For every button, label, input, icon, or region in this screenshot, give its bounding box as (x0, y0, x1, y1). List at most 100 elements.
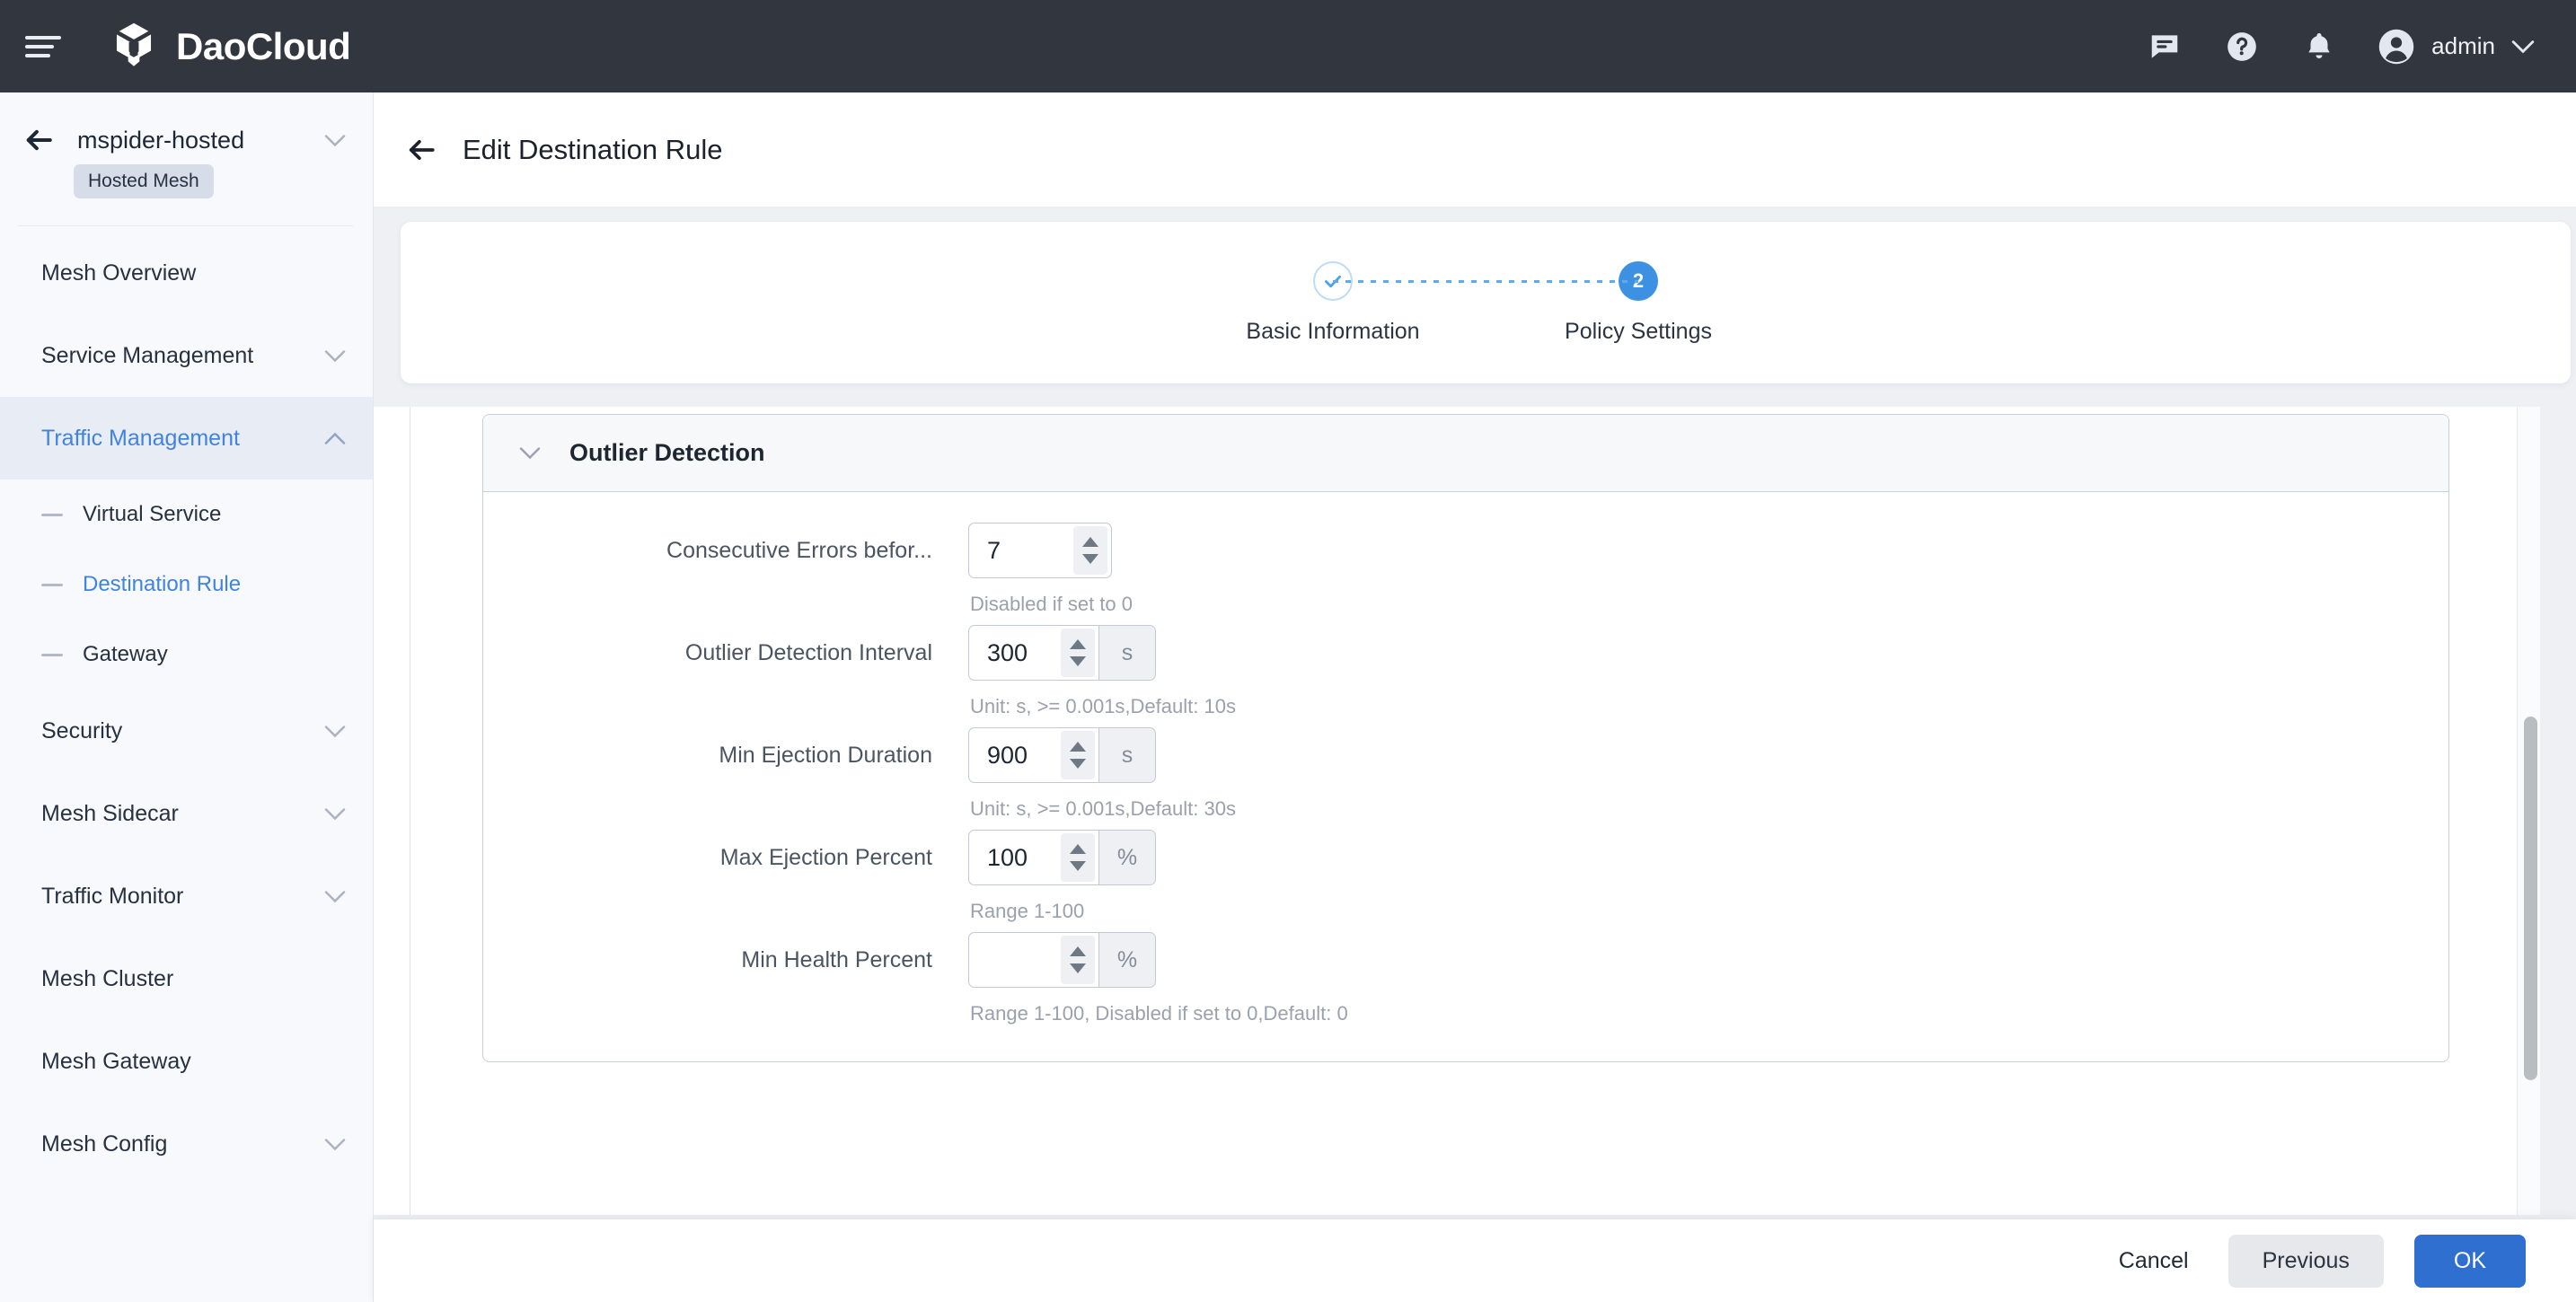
sidebar-item-mesh-overview[interactable]: Mesh Overview (0, 232, 373, 314)
mesh-type-badge: Hosted Mesh (74, 164, 214, 198)
stepper-down-icon[interactable] (1070, 963, 1086, 973)
section-header[interactable]: Outlier Detection (483, 415, 2448, 492)
sidebar-item-mesh-config[interactable]: Mesh Config (0, 1103, 373, 1185)
number-input-wrapper (968, 625, 1098, 681)
field-hint: Unit: s, >= 0.001s,Default: 30s (970, 797, 1236, 820)
sidebar-item-mesh-cluster[interactable]: Mesh Cluster (0, 937, 373, 1020)
sidebar-item-label: Traffic Monitor (41, 883, 184, 909)
section-body: Consecutive Errors befor... 7 Disabled i… (483, 492, 2448, 1061)
sidebar-subitem-virtual-service[interactable]: Virtual Service (0, 479, 373, 550)
mesh-name: mspider-hosted (77, 126, 245, 154)
form-footer: Cancel Previous OK (374, 1219, 2576, 1302)
stepper-down-icon[interactable] (1070, 759, 1086, 769)
back-arrow-icon[interactable] (406, 135, 437, 165)
number-stepper[interactable] (1061, 629, 1095, 677)
input-group: s (968, 727, 1236, 783)
sidebar-item-security[interactable]: Security (0, 690, 373, 772)
unit-suffix: % (1098, 830, 1156, 885)
field-control: s Unit: s, >= 0.001s,Default: 30s (968, 727, 1236, 821)
sidebar-item-label: Mesh Config (41, 1130, 168, 1157)
stepper-down-icon[interactable] (1070, 861, 1086, 871)
sidebar-item-mesh-sidecar[interactable]: Mesh Sidecar (0, 772, 373, 855)
chevron-down-icon[interactable] (324, 134, 346, 147)
stepper-down-icon[interactable] (1082, 554, 1098, 564)
top-header-bar: DaoCloud admin (0, 0, 2576, 92)
stepper-up-icon[interactable] (1070, 844, 1086, 854)
back-arrow-icon[interactable] (23, 125, 54, 155)
stepper-connector (1333, 279, 1638, 283)
stepper-up-icon[interactable] (1070, 946, 1086, 956)
field-control: % Range 1-100 (968, 830, 1156, 923)
step-label: Policy Settings (1565, 318, 1712, 344)
scrollbar-thumb[interactable] (2524, 717, 2537, 1080)
sidebar-item-mesh-gateway[interactable]: Mesh Gateway (0, 1020, 373, 1103)
min-ejection-duration-input[interactable] (969, 728, 1061, 782)
menu-icon[interactable] (25, 33, 61, 60)
step-basic-information[interactable]: Basic Information (1180, 260, 1486, 345)
daocloud-logo-icon (116, 22, 152, 66)
stepper-down-icon[interactable] (1070, 656, 1086, 666)
sidebar-item-label: Mesh Gateway (41, 1048, 191, 1074)
field-label: Min Health Percent (741, 947, 932, 972)
stepper-up-icon[interactable] (1070, 742, 1086, 752)
vertical-scrollbar[interactable] (2517, 407, 2542, 1215)
number-stepper[interactable] (1073, 526, 1107, 575)
mesh-badge-wrap: Hosted Mesh (0, 155, 373, 198)
chevron-down-icon (324, 807, 346, 820)
field-hint: Unit: s, >= 0.001s,Default: 10s (970, 695, 1236, 717)
brand: DaoCloud (108, 21, 351, 73)
sidebar-item-label: Mesh Sidecar (41, 800, 179, 826)
mesh-selector[interactable]: mspider-hosted (0, 125, 373, 155)
page-header: Edit Destination Rule (374, 92, 2576, 207)
field-hint: Range 1-100 (970, 900, 1085, 922)
sidebar-item-label: Mesh Overview (41, 260, 197, 286)
field-control: % Range 1-100, Disabled if set to 0,Defa… (968, 932, 1348, 1025)
consecutive-errors-input[interactable] (969, 523, 1073, 577)
stepper-card: Basic Information 2 Policy Settings (401, 222, 2571, 383)
stepper-up-icon[interactable] (1082, 537, 1098, 547)
min-health-percent-input[interactable] (969, 933, 1061, 987)
step-policy-settings[interactable]: 2 Policy Settings (1486, 260, 1791, 345)
chat-icon[interactable] (2146, 28, 2183, 66)
sidebar: mspider-hosted Hosted Mesh Mesh Overview… (0, 92, 374, 1302)
max-ejection-percent-input[interactable] (969, 831, 1061, 884)
sidebar-item-traffic-monitor[interactable]: Traffic Monitor (0, 855, 373, 937)
form-scroll-container: Outlier Detection Consecutive Errors bef… (410, 407, 2543, 1215)
number-input-wrapper (968, 727, 1098, 783)
chevron-down-icon[interactable] (2511, 40, 2535, 54)
page-title: Edit Destination Rule (463, 133, 723, 165)
field-label: Max Ejection Percent (719, 845, 932, 870)
sidebar-subitem-label: Destination Rule (83, 572, 242, 596)
sidebar-subitem-destination-rule[interactable]: Destination Rule (0, 550, 373, 620)
sidebar-subitem-label: Gateway (83, 642, 168, 666)
sidebar-item-label: Mesh Cluster (41, 965, 174, 991)
help-icon[interactable] (2223, 28, 2261, 66)
stepper-up-icon[interactable] (1070, 639, 1086, 649)
previous-button[interactable]: Previous (2228, 1234, 2384, 1288)
number-stepper[interactable] (1061, 833, 1095, 882)
chevron-down-icon[interactable] (519, 446, 541, 460)
number-stepper[interactable] (1061, 731, 1095, 779)
sidebar-item-label: Security (41, 717, 123, 743)
bell-icon[interactable] (2300, 28, 2338, 66)
outlier-detection-interval-input[interactable] (969, 626, 1061, 680)
ok-button[interactable]: OK (2413, 1234, 2526, 1288)
field-label: Consecutive Errors befor... (666, 538, 932, 563)
user-menu[interactable]: admin (2378, 28, 2535, 66)
sidebar-item-traffic-management[interactable]: Traffic Management (0, 397, 373, 479)
form-panel: Outlier Detection Consecutive Errors bef… (374, 407, 2576, 1215)
avatar-icon (2378, 29, 2414, 64)
sidebar-subitem-gateway[interactable]: Gateway (0, 620, 373, 690)
panel-gutter (2540, 407, 2576, 1215)
cancel-button[interactable]: Cancel (2110, 1236, 2198, 1287)
main-content: Edit Destination Rule Basic Information … (374, 92, 2576, 1302)
number-stepper[interactable] (1061, 936, 1095, 984)
field-hint: Range 1-100, Disabled if set to 0,Defaul… (970, 1002, 1348, 1025)
sidebar-item-service-management[interactable]: Service Management (0, 314, 373, 397)
sidebar-subitem-label: Virtual Service (83, 502, 222, 526)
field-control: Disabled if set to 0 (968, 523, 1133, 616)
field-row-max-ejection-percent: Max Ejection Percent % (483, 830, 2448, 923)
number-input-wrapper (968, 932, 1098, 988)
brand-name: DaoCloud (176, 24, 351, 67)
input-group: s (968, 625, 1236, 681)
